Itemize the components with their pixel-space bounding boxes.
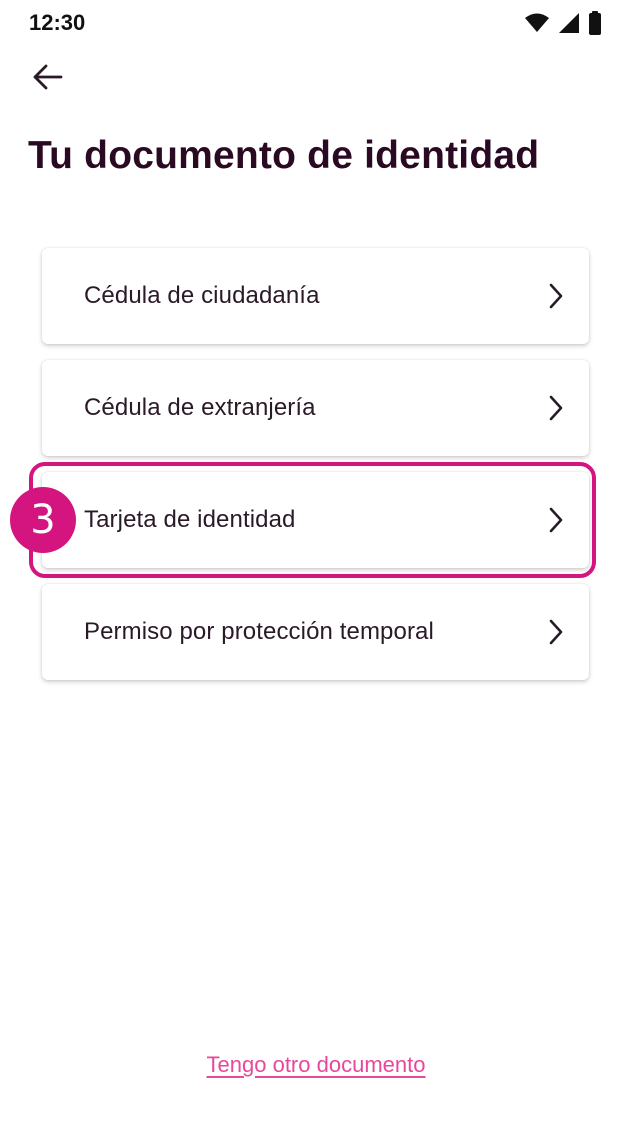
signal-icon	[558, 12, 580, 34]
screen: 12:30 Tu documento de identidad Cédula d…	[0, 0, 632, 1122]
step-number-badge: 3	[10, 487, 76, 553]
option-label: Cédula de extranjería	[84, 394, 316, 421]
page-title: Tu documento de identidad	[28, 134, 540, 177]
battery-icon	[588, 11, 602, 35]
back-button[interactable]	[26, 58, 68, 100]
option-permiso-proteccion-temporal[interactable]: Permiso por protección temporal	[42, 584, 589, 680]
option-cedula-extranjeria[interactable]: Cédula de extranjería	[42, 360, 589, 456]
other-document-link[interactable]: Tengo otro documento	[0, 1052, 632, 1078]
chevron-right-icon	[547, 618, 565, 646]
status-icons	[524, 11, 602, 35]
option-label: Permiso por protección temporal	[84, 618, 434, 645]
chevron-right-icon	[547, 394, 565, 422]
option-cedula-ciudadania[interactable]: Cédula de ciudadanía	[42, 248, 589, 344]
option-label: Cédula de ciudadanía	[84, 282, 320, 309]
highlight-frame	[29, 462, 596, 578]
arrow-left-icon	[31, 63, 63, 96]
wifi-icon	[524, 13, 550, 33]
chevron-right-icon	[547, 282, 565, 310]
status-time: 12:30	[29, 10, 86, 35]
